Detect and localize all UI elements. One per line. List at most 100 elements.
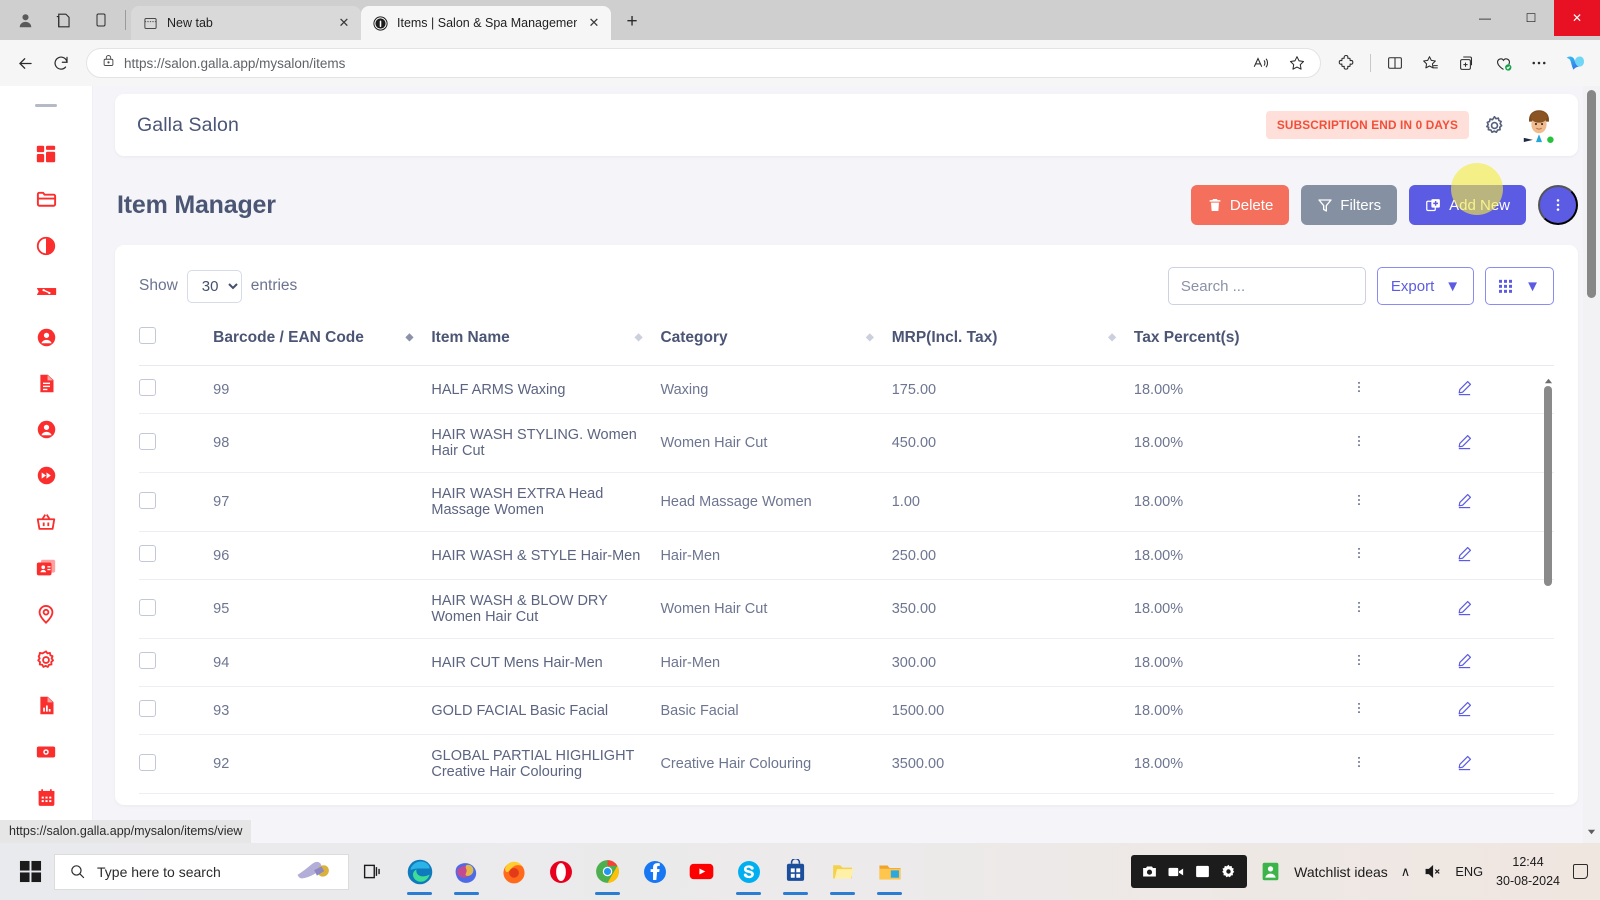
start-button-icon[interactable] bbox=[6, 847, 54, 897]
row-checkbox[interactable] bbox=[139, 379, 156, 396]
row-checkbox[interactable] bbox=[139, 700, 156, 717]
sidebar-item-reports[interactable] bbox=[23, 683, 69, 729]
sidebar-item-payments[interactable] bbox=[23, 729, 69, 775]
profile-icon[interactable] bbox=[6, 3, 44, 37]
page-scrollbar-thumb[interactable] bbox=[1587, 90, 1596, 298]
collections-star-icon[interactable] bbox=[1414, 46, 1448, 80]
sort-icon[interactable]: ◆ bbox=[635, 333, 643, 343]
scroll-up-icon[interactable] bbox=[1544, 373, 1553, 384]
table-row[interactable]: 98 HAIR WASH STYLING. Women Hair Cut Women… bbox=[139, 413, 1554, 473]
watchlist-app-icon[interactable] bbox=[1260, 861, 1281, 882]
row-edit-button[interactable] bbox=[1455, 638, 1554, 687]
table-row[interactable]: 97 HAIR WASH EXTRA Head Massage Women Head… bbox=[139, 472, 1554, 532]
taskbar-app-folder-yellow[interactable] bbox=[819, 847, 866, 897]
row-actions-kebab[interactable] bbox=[1352, 472, 1456, 532]
cell-item-name[interactable]: GLOBAL PARTIAL HIGHLIGHT Creative Hair C… bbox=[431, 734, 661, 794]
watchlist-label[interactable]: Watchlist ideas bbox=[1294, 864, 1388, 880]
tab-items-salon[interactable]: Items | Salon & Spa Management ✕ bbox=[361, 6, 611, 40]
sidebar-collapse-handle[interactable] bbox=[35, 104, 57, 107]
notifications-icon[interactable] bbox=[1573, 864, 1588, 879]
row-actions-kebab[interactable] bbox=[1352, 413, 1456, 473]
taskbar-app-skype[interactable] bbox=[725, 847, 772, 897]
row-edit-button[interactable] bbox=[1455, 531, 1554, 580]
extensions-icon[interactable] bbox=[1329, 46, 1363, 80]
cell-item-name[interactable]: HAIR WASH & STYLE Hair-Men bbox=[431, 531, 661, 580]
page-scrollbar[interactable] bbox=[1583, 86, 1600, 843]
taskbar-app-microsoft-store[interactable] bbox=[772, 847, 819, 897]
page-size-select[interactable]: 30 bbox=[186, 269, 242, 303]
sort-icon[interactable]: ◆ bbox=[866, 333, 874, 343]
cell-item-name[interactable]: HAIR WASH STYLING. Women Hair Cut bbox=[431, 413, 661, 473]
record-video-icon[interactable] bbox=[1167, 863, 1185, 881]
row-actions-kebab[interactable] bbox=[1352, 579, 1456, 639]
taskbar-app-copilot[interactable] bbox=[443, 847, 490, 897]
row-checkbox[interactable] bbox=[139, 545, 156, 562]
delete-button[interactable]: Delete bbox=[1190, 185, 1290, 225]
table-row[interactable]: 92 GLOBAL PARTIAL HIGHLIGHT Creative Hair… bbox=[139, 734, 1554, 794]
export-button[interactable]: Export ▼ bbox=[1376, 267, 1475, 305]
row-checkbox[interactable] bbox=[139, 652, 156, 669]
row-checkbox[interactable] bbox=[139, 491, 156, 509]
maximize-button[interactable]: ☐ bbox=[1508, 0, 1554, 36]
subscription-badge[interactable]: SUBSCRIPTION END IN 0 DAYS bbox=[1265, 111, 1469, 139]
avatar[interactable] bbox=[1520, 106, 1558, 144]
taskbar-app-firefox[interactable] bbox=[490, 847, 537, 897]
settings-gear-icon[interactable] bbox=[1220, 863, 1237, 880]
screenshot-camera-icon[interactable] bbox=[1141, 863, 1158, 880]
row-edit-button[interactable] bbox=[1455, 366, 1554, 414]
sidebar-item-dashboard[interactable] bbox=[23, 131, 69, 177]
language-indicator[interactable]: ENG bbox=[1455, 864, 1483, 879]
cell-item-name[interactable]: HAIR WASH EXTRA Head Massage Women bbox=[431, 472, 661, 532]
header-item-name[interactable]: Item Name ◆ bbox=[431, 327, 661, 366]
header-barcode[interactable]: Barcode / EAN Code ◆ bbox=[213, 327, 432, 366]
sidebar-item-settings[interactable] bbox=[23, 637, 69, 683]
taskbar-app-google-chrome[interactable] bbox=[584, 847, 631, 897]
row-edit-button[interactable] bbox=[1455, 793, 1554, 805]
more-actions-button[interactable] bbox=[1538, 185, 1578, 225]
address-bar[interactable]: https://salon.galla.app/mysalon/items bbox=[86, 48, 1321, 78]
sidebar-item-staff[interactable] bbox=[23, 407, 69, 453]
new-tab-button[interactable]: + bbox=[617, 7, 647, 37]
add-to-collection-icon[interactable] bbox=[1450, 46, 1484, 80]
close-icon[interactable]: ✕ bbox=[335, 14, 353, 32]
sort-icon[interactable]: ◆ bbox=[406, 333, 414, 343]
back-icon[interactable] bbox=[8, 46, 42, 80]
sidebar-item-folder[interactable] bbox=[23, 177, 69, 223]
favorite-star-icon[interactable] bbox=[1280, 46, 1314, 80]
row-actions-kebab[interactable] bbox=[1352, 686, 1456, 735]
tab-actions-icon[interactable] bbox=[82, 3, 120, 37]
row-actions-kebab[interactable] bbox=[1352, 734, 1456, 794]
workspaces-icon[interactable] bbox=[44, 3, 82, 37]
search-input[interactable] bbox=[1167, 267, 1366, 305]
cell-item-name[interactable]: HAIR CUT Mens Hair-Men bbox=[431, 638, 661, 687]
sidebar-item-forward[interactable] bbox=[23, 453, 69, 499]
page-scroll-down-icon[interactable] bbox=[1587, 823, 1596, 841]
taskbar-app-microsoft-edge[interactable] bbox=[396, 847, 443, 897]
sidebar-item-calendar[interactable] bbox=[23, 775, 69, 821]
table-row[interactable]: 96 HAIR WASH & STYLE Hair-Men Hair-Men 250.… bbox=[139, 531, 1554, 580]
window-capture-icon[interactable] bbox=[1194, 863, 1211, 880]
column-visibility-button[interactable]: ▼ bbox=[1485, 267, 1554, 305]
cell-item-name[interactable]: GOLD FACIAL Basic Facial bbox=[431, 686, 661, 735]
taskbar-app-opera[interactable] bbox=[537, 847, 584, 897]
tray-expand-icon[interactable]: ∧ bbox=[1401, 864, 1411, 880]
table-row[interactable]: 95 HAIR WASH & BLOW DRY Women Hair Cut Wom… bbox=[139, 579, 1554, 639]
row-actions-kebab[interactable] bbox=[1352, 531, 1456, 580]
add-new-button[interactable]: Add New bbox=[1409, 185, 1526, 225]
clock[interactable]: 12:44 30-08-2024 bbox=[1496, 853, 1560, 889]
filters-button[interactable]: Filters bbox=[1301, 185, 1398, 225]
table-scrollbar-thumb[interactable] bbox=[1544, 386, 1552, 586]
copilot-icon[interactable] bbox=[1558, 46, 1592, 80]
header-mrp[interactable]: MRP(Incl. Tax) ◆ bbox=[891, 327, 1134, 366]
taskbar-search[interactable]: Type here to search bbox=[54, 853, 349, 890]
select-all-checkbox[interactable] bbox=[139, 327, 156, 344]
taskbar-app-youtube[interactable] bbox=[678, 847, 725, 897]
sidebar-item-inventory[interactable] bbox=[23, 499, 69, 545]
sidebar-item-id-cards[interactable] bbox=[23, 545, 69, 591]
more-options-icon[interactable] bbox=[1522, 46, 1556, 80]
sidebar-item-customer[interactable] bbox=[23, 315, 69, 361]
split-screen-icon[interactable] bbox=[1378, 46, 1412, 80]
sidebar-item-location[interactable] bbox=[23, 591, 69, 637]
table-row[interactable]: 91GLOBAL HIGHLIGHT Creative Hair Colouri… bbox=[139, 793, 1554, 805]
row-actions-kebab[interactable] bbox=[1352, 638, 1456, 687]
